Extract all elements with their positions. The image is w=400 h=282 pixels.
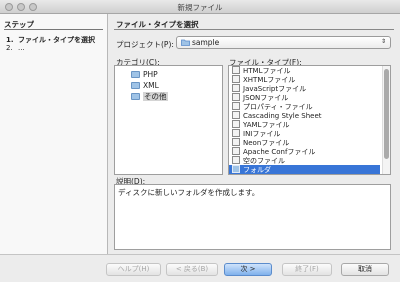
folder-icon <box>131 71 140 78</box>
description-text: ディスクに新しいフォルダを作成します。 <box>118 188 260 197</box>
help-button[interactable]: ヘルプ(H) <box>106 263 161 276</box>
xhtml-file-icon <box>232 75 240 83</box>
window-title: 新規ファイル <box>177 3 223 12</box>
ini-file-icon <box>232 129 240 137</box>
file-type-item[interactable]: JSONファイル <box>229 93 380 102</box>
button-bar-divider <box>0 254 400 255</box>
categories-list[interactable]: PHP XML その他 <box>114 65 223 175</box>
file-type-item[interactable]: JavaScriptファイル <box>229 84 380 93</box>
file-type-item[interactable]: Apache Confファイル <box>229 147 380 156</box>
category-label: その他 <box>143 92 168 101</box>
file-type-item[interactable]: YAMLファイル <box>229 120 380 129</box>
step-number: 2. <box>6 44 13 52</box>
description-box: ディスクに新しいフォルダを作成します。 <box>114 184 391 250</box>
step-label: ... <box>18 44 25 52</box>
finish-button[interactable]: 終了(F) <box>282 263 332 276</box>
project-icon <box>181 39 190 46</box>
apache-conf-file-icon <box>232 147 240 155</box>
back-button[interactable]: < 戻る(B) <box>166 263 218 276</box>
css-file-icon <box>232 111 240 119</box>
empty-file-icon <box>232 156 240 164</box>
scrollbar-thumb[interactable] <box>384 69 389 159</box>
steps-panel: ステップ 1. ファイル・タイプを選択 2.... <box>0 14 108 254</box>
file-types-list[interactable]: HTMLファイル XHTMLファイル JavaScriptファイル JSONファ… <box>228 65 391 175</box>
json-file-icon <box>232 93 240 101</box>
category-item-php[interactable]: PHP <box>131 70 158 80</box>
chevron-updown-icon: ⇕ <box>380 38 386 45</box>
folder-icon <box>131 93 140 100</box>
category-item-xml[interactable]: XML <box>131 81 159 91</box>
new-file-dialog: 新規ファイル ステップ 1. ファイル・タイプを選択 2.... ファイル・タイプ… <box>0 0 400 282</box>
project-label: プロジェクト(P): <box>116 40 174 49</box>
html-file-icon <box>232 66 240 74</box>
step-label: ファイル・タイプを選択 <box>18 36 95 44</box>
project-value: sample <box>192 38 220 47</box>
file-type-item[interactable]: XHTMLファイル <box>229 75 380 84</box>
file-type-item[interactable]: プロパティ・ファイル <box>229 102 380 111</box>
file-type-item[interactable]: HTMLファイル <box>229 66 380 75</box>
steps-divider <box>4 29 103 30</box>
project-select[interactable]: sample ⇕ <box>176 36 391 49</box>
title-bar: 新規ファイル <box>0 0 400 14</box>
properties-file-icon <box>232 102 240 110</box>
cancel-button[interactable]: 取消 <box>341 263 389 276</box>
category-item-other[interactable]: その他 <box>131 92 168 102</box>
folder-icon <box>131 82 140 89</box>
main-divider <box>114 29 394 30</box>
file-type-item[interactable]: Cascading Style Sheet <box>229 111 380 120</box>
category-label: XML <box>143 81 159 90</box>
next-button[interactable]: 次 > <box>224 263 272 276</box>
step-item-2: 2.... <box>6 44 25 52</box>
neon-file-icon <box>232 138 240 146</box>
file-types-scrollbar[interactable] <box>382 66 390 174</box>
step-number: 1. <box>6 36 14 44</box>
yaml-file-icon <box>232 120 240 128</box>
file-type-item-selected[interactable]: フォルダ <box>229 165 380 174</box>
folder-icon <box>232 165 240 173</box>
file-type-item[interactable]: 空のファイル <box>229 156 380 165</box>
category-label: PHP <box>143 70 158 79</box>
file-type-item[interactable]: INIファイル <box>229 129 380 138</box>
file-type-item[interactable]: Neonファイル <box>229 138 380 147</box>
javascript-file-icon <box>232 84 240 92</box>
